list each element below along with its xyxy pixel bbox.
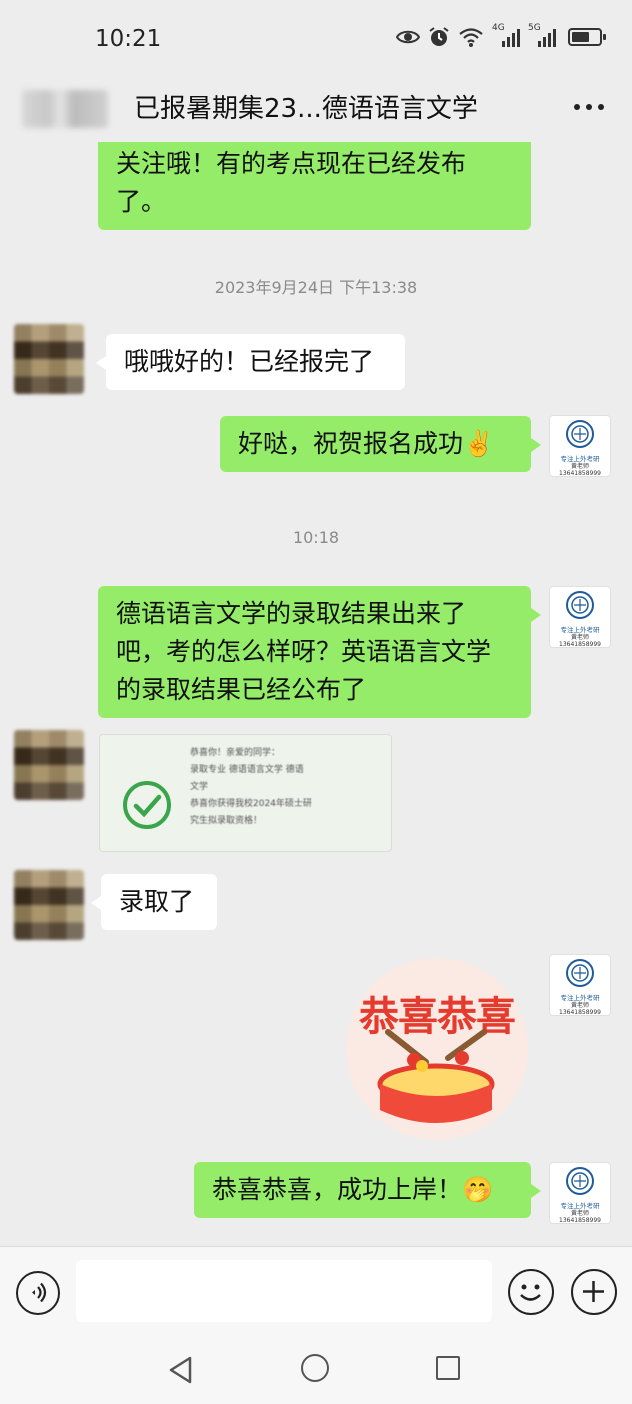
wifi-icon — [459, 28, 483, 47]
message-text: 录取了 — [119, 887, 195, 916]
recent-apps-icon[interactable] — [436, 1356, 460, 1380]
school-emblem-icon — [566, 420, 594, 448]
alarm-icon — [429, 27, 449, 46]
school-emblem-icon — [566, 591, 594, 619]
system-nav-bar — [0, 1332, 632, 1404]
avatar-text: 黄老师 — [570, 634, 589, 641]
avatar[interactable]: 专注上外考研 黄老师 13641858999 — [549, 586, 611, 648]
image-message[interactable]: 恭喜你！亲爱的同学： 录取专业 德语语言文学 德语 文学 恭喜你获得我校2024… — [99, 734, 392, 852]
avatar-text: 黄老师 — [570, 1002, 589, 1009]
message-text: 好哒，祝贺报名成功✌️ — [238, 429, 495, 458]
school-emblem-icon — [566, 1167, 594, 1195]
chat-title: 已报暑期集23...德语语言文学 — [134, 94, 478, 124]
status-bar: 10:21 4G 5G — [0, 0, 632, 80]
avatar[interactable] — [14, 870, 84, 940]
message-text: 恭喜恭喜，成功上岸！🤭 — [212, 1175, 494, 1204]
avatar[interactable]: 专注上外考研 黄老师 13641858999 — [549, 954, 611, 1016]
status-time: 10:21 — [95, 26, 162, 52]
message-bubble-sent[interactable]: 恭喜恭喜，成功上岸！🤭 — [194, 1162, 541, 1218]
message-text: 关注哦！有的考点现在已经发布了。 — [116, 149, 467, 216]
timestamp: 2023年9月24日 下午13:38 — [214, 278, 418, 297]
home-icon[interactable] — [301, 1354, 329, 1382]
message-bubble-sent[interactable]: 好哒，祝贺报名成功✌️ — [220, 416, 541, 472]
avatar[interactable]: 专注上外考研 黄老师 13641858999 — [549, 415, 611, 477]
signal-label: 4G — [492, 23, 505, 33]
avatar-text: 13641858999 — [559, 1217, 601, 1224]
timestamp: 10:18 — [292, 528, 340, 547]
avatar-text: 专注上外考研 — [560, 455, 600, 463]
avatar-text: 13641858999 — [559, 1009, 601, 1016]
status-icons: 4G 5G — [396, 23, 606, 48]
message-text: 德语语言文学的录取结果出来了吧，考的怎么样呀？英语语言文学的录取结果已经公布了 — [116, 599, 492, 704]
signal-icon-2: 5G — [528, 23, 556, 47]
message-bubble-sent[interactable]: 关注哦！有的考点现在已经发布了。 — [98, 142, 531, 230]
back-icon[interactable] — [168, 1356, 194, 1384]
chat-header: 已报暑期集23...德语语言文学 — [0, 80, 632, 142]
signal-label-2: 5G — [528, 23, 541, 33]
battery-icon — [568, 28, 606, 46]
avatar-text: 黄老师 — [570, 463, 589, 470]
avatar-text: 专注上外考研 — [560, 626, 600, 634]
check-circle-icon — [123, 781, 171, 829]
avatar-text: 黄老师 — [570, 1210, 589, 1217]
back-button[interactable] — [22, 90, 108, 128]
avatar-text: 专注上外考研 — [560, 1202, 600, 1210]
drum-icon — [377, 1029, 495, 1123]
input-bar — [0, 1246, 632, 1332]
message-text: 哦哦好的！已经报完了 — [124, 347, 375, 376]
chat-area[interactable]: 关注哦！有的考点现在已经发布了。 2023年9月24日 下午13:38 哦哦好的… — [0, 142, 632, 1246]
more-icon[interactable] — [574, 104, 604, 110]
avatar-text: 专注上外考研 — [560, 994, 600, 1002]
avatar[interactable]: 专注上外考研 黄老师 13641858999 — [549, 1162, 611, 1224]
message-bubble-sent[interactable]: 德语语言文学的录取结果出来了吧，考的怎么样呀？英语语言文学的录取结果已经公布了 — [98, 586, 541, 718]
message-bubble-received[interactable]: 哦哦好的！已经报完了 — [96, 334, 405, 390]
sticker-message[interactable]: 恭喜恭喜 — [346, 958, 528, 1140]
eye-icon — [396, 30, 420, 44]
avatar[interactable] — [14, 324, 84, 394]
signal-icon: 4G — [492, 23, 520, 47]
voice-icon[interactable] — [16, 1271, 60, 1315]
image-text: 恭喜你！亲爱的同学： 录取专业 德语语言文学 德语 文学 恭喜你获得我校2024… — [190, 748, 312, 826]
avatar-text: 13641858999 — [559, 470, 601, 477]
emoji-icon[interactable] — [508, 1269, 554, 1315]
avatar-text: 13641858999 — [559, 641, 601, 648]
message-input[interactable] — [76, 1260, 492, 1322]
plus-icon[interactable] — [571, 1269, 617, 1315]
avatar[interactable] — [14, 730, 84, 800]
message-bubble-received[interactable]: 录取了 — [91, 874, 217, 930]
school-emblem-icon — [566, 959, 594, 987]
